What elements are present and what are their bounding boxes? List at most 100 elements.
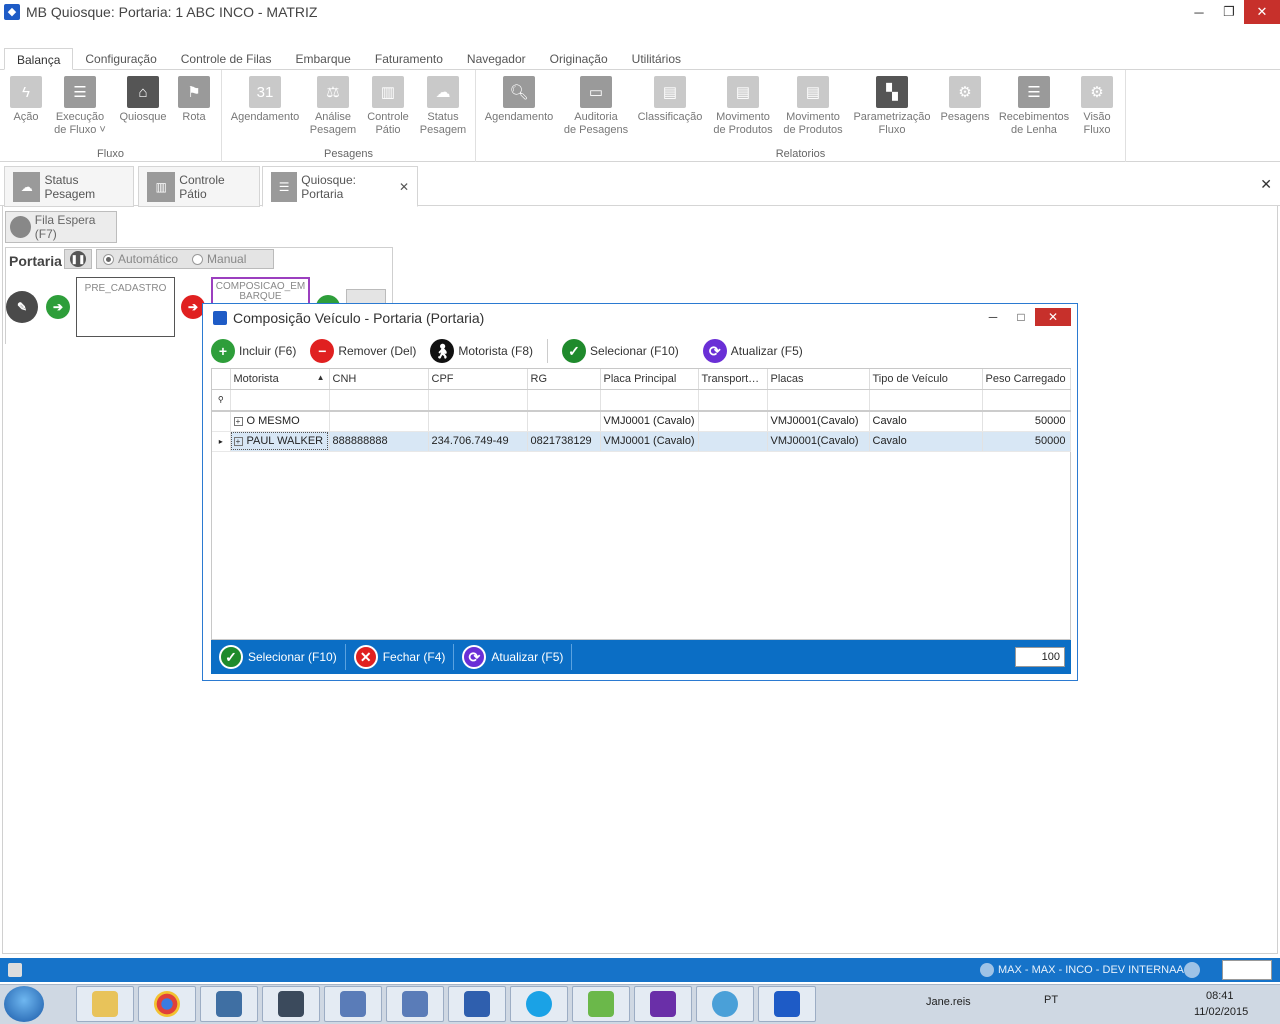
fila-espera-button[interactable]: Fila Espera (F7) — [5, 211, 117, 243]
movimento-produtos-button-1[interactable]: ▤ Movimento de Produtos — [710, 76, 776, 137]
col-header-placa-principal[interactable]: Placa Principal — [600, 369, 699, 390]
visao-fluxo-button[interactable]: ⚙ Visão Fluxo — [1076, 76, 1118, 137]
pesagens-button[interactable]: ⚙ Pesagens — [938, 76, 992, 124]
col-header-rg[interactable]: RG — [527, 369, 601, 390]
tab-utilitarios[interactable]: Utilitários — [620, 48, 693, 70]
tab-controle-filas[interactable]: Controle de Filas — [169, 48, 284, 70]
radio-automatico[interactable] — [103, 253, 114, 265]
agendamento-pesagem-button[interactable]: 31 Agendamento — [230, 76, 300, 124]
movimento-produtos-button-2[interactable]: ▤ Movimento de Produtos — [780, 76, 846, 137]
expand-icon[interactable]: + — [233, 437, 243, 446]
table-row[interactable]: + O MESMO VMJ0001 (Cavalo) VMJ0001(Cavalo… — [212, 411, 1071, 432]
status-pesagem-button[interactable]: ☁ Status Pesagem — [418, 76, 468, 137]
doc-tab-status-pesagem[interactable]: ☁ Status Pesagem — [4, 166, 134, 207]
refresh-icon: ⟳ — [462, 645, 487, 669]
start-button[interactable] — [4, 986, 44, 1022]
mode-selector: Automático Manual — [96, 249, 274, 269]
tab-balanca[interactable]: Balança — [4, 48, 74, 70]
document-gear-icon: ⚙ — [1081, 76, 1113, 108]
close-icon: ✕ — [353, 645, 378, 669]
taskbar-app-7[interactable] — [448, 986, 506, 1022]
tab-configuracao[interactable]: Configuração — [73, 48, 168, 70]
footer-fechar-button[interactable]: ✕ Fechar (F4) — [346, 644, 455, 670]
stage-pre-cadastro[interactable]: PRE_CADASTRO — [76, 277, 175, 337]
document-icon: ▤ — [654, 76, 686, 108]
arrow-right-green-icon[interactable]: ➔ — [46, 295, 70, 319]
execucao-fluxo-button[interactable]: ☰ Execução de Fluxo ˅ — [52, 76, 108, 137]
taskbar-app-5[interactable] — [324, 986, 382, 1022]
table-row-selected[interactable]: ▸ + PAUL WALKER 888888888 234.706.749-49 … — [212, 431, 1071, 452]
col-header-motorista[interactable]: Motorista ▲ — [230, 369, 330, 390]
taskbar-explorer[interactable] — [76, 986, 134, 1022]
taskbar-app-11[interactable] — [696, 986, 754, 1022]
ribbon-group-relatorios: 🔍︎ Agendamento ▭ Auditoria de Pesagens ▤ Cla… — [476, 70, 1126, 162]
filter-icon: ⚲ — [212, 389, 231, 412]
composicao-grid: Motorista ▲ CNH CPF RG Placa Principal Tr… — [211, 368, 1071, 640]
tab-embarque[interactable]: Embarque — [283, 48, 362, 70]
minus-icon: − — [310, 339, 335, 363]
col-header-placas[interactable]: Placas — [767, 369, 870, 390]
close-tab-icon[interactable]: ✕ — [399, 180, 409, 194]
tab-originacao[interactable]: Originação — [538, 48, 620, 70]
taskbar-skype[interactable] — [510, 986, 568, 1022]
col-header-cpf[interactable]: CPF — [428, 369, 528, 390]
stack-icon: ☰ — [1018, 76, 1050, 108]
close-window-button[interactable]: ✕ — [1244, 0, 1280, 24]
grid-filter-row[interactable]: ⚲ — [212, 389, 1071, 412]
agendamento-relatorio-button[interactable]: 🔍︎ Agendamento — [482, 76, 556, 124]
minimize-button[interactable]: ─ — [1184, 0, 1214, 24]
scanner-icon[interactable]: ✎ — [6, 291, 38, 323]
signpost-icon: ⚑ — [178, 76, 210, 108]
dialog-minimize-button[interactable]: ─ — [979, 310, 1007, 324]
tab-faturamento[interactable]: Faturamento — [363, 48, 455, 70]
visual-studio-icon — [650, 991, 676, 1017]
expand-icon[interactable]: + — [233, 417, 243, 427]
footer-selecionar-button[interactable]: ✓ Selecionar (F10) — [211, 644, 346, 670]
acao-button[interactable]: ϟ Ação — [5, 76, 47, 124]
auditoria-pesagens-button[interactable]: ▭ Auditoria de Pesagens — [562, 76, 630, 137]
restore-button[interactable]: ❐ — [1214, 0, 1244, 24]
footer-atualizar-button[interactable]: ⟳ Atualizar (F5) — [454, 644, 573, 670]
controle-patio-button[interactable]: ▥ Controle Pátio — [364, 76, 412, 137]
status-dropdown[interactable] — [1222, 960, 1272, 980]
col-header-peso-carregado[interactable]: Peso Carregado — [982, 369, 1071, 390]
col-header-tipo-veiculo[interactable]: Tipo de Veículo — [869, 369, 983, 390]
tray-language[interactable]: PT — [1044, 994, 1058, 1006]
lightning-window-icon — [340, 991, 366, 1017]
dialog-close-button[interactable]: ✕ — [1035, 308, 1071, 326]
user-info: MAX - MAX - INCO - DEV INTERNAA — [980, 963, 1184, 977]
taskbar-app-9[interactable] — [572, 986, 630, 1022]
remover-button[interactable]: − Remover (Del) — [310, 339, 416, 363]
classificacao-button[interactable]: ▤ Classificação — [636, 76, 704, 124]
parametrizacao-fluxo-button[interactable]: ▚ Parametrização Fluxo — [852, 76, 932, 137]
col-header-transportadora[interactable]: Transport… — [698, 369, 768, 390]
pause-button[interactable]: ❚❚ — [64, 249, 92, 269]
atualizar-button[interactable]: ⟳ Atualizar (F5) — [702, 339, 803, 363]
taskbar-chrome[interactable] — [138, 986, 196, 1022]
tray-time: 08:41 — [1206, 990, 1234, 1002]
taskbar-pgadmin[interactable] — [200, 986, 258, 1022]
taskbar-visual-studio[interactable] — [634, 986, 692, 1022]
taskbar-mb-quiosque[interactable] — [758, 986, 816, 1022]
selecionar-button[interactable]: ✓ Selecionar (F10) — [562, 339, 679, 363]
incluir-button[interactable]: + Incluir (F6) — [211, 339, 296, 363]
taskbar-app-4[interactable] — [262, 986, 320, 1022]
motorista-button[interactable]: 🚶︎ Motorista (F8) — [430, 339, 533, 363]
col-header-cnh[interactable]: CNH — [329, 369, 429, 390]
rota-button[interactable]: ⚑ Rota — [174, 76, 214, 124]
tab-navegador[interactable]: Navegador — [455, 48, 538, 70]
radio-manual[interactable] — [192, 253, 204, 265]
dialog-maximize-button[interactable]: □ — [1007, 310, 1035, 324]
doc-tab-quiosque-portaria[interactable]: ☰ Quiosque: Portaria ✕ — [262, 166, 418, 207]
recebimentos-lenha-button[interactable]: ☰ Recebimentos de Lenha — [998, 76, 1070, 137]
page-size-input[interactable]: 100 — [1015, 647, 1065, 667]
doc-tab-controle-patio[interactable]: ▥ Controle Pátio — [138, 166, 260, 207]
analise-pesagem-button[interactable]: ⚖ Análise Pesagem — [308, 76, 358, 137]
close-document-icon[interactable]: ✕ — [1260, 176, 1272, 193]
monitor-icon — [464, 991, 490, 1017]
calendar-icon: 31 — [249, 76, 281, 108]
power-icon[interactable] — [1184, 962, 1200, 978]
group-label-pesagens: Pesagens — [324, 148, 373, 160]
quiosque-button[interactable]: ⌂ Quiosque — [116, 76, 170, 124]
taskbar-app-6[interactable] — [386, 986, 444, 1022]
